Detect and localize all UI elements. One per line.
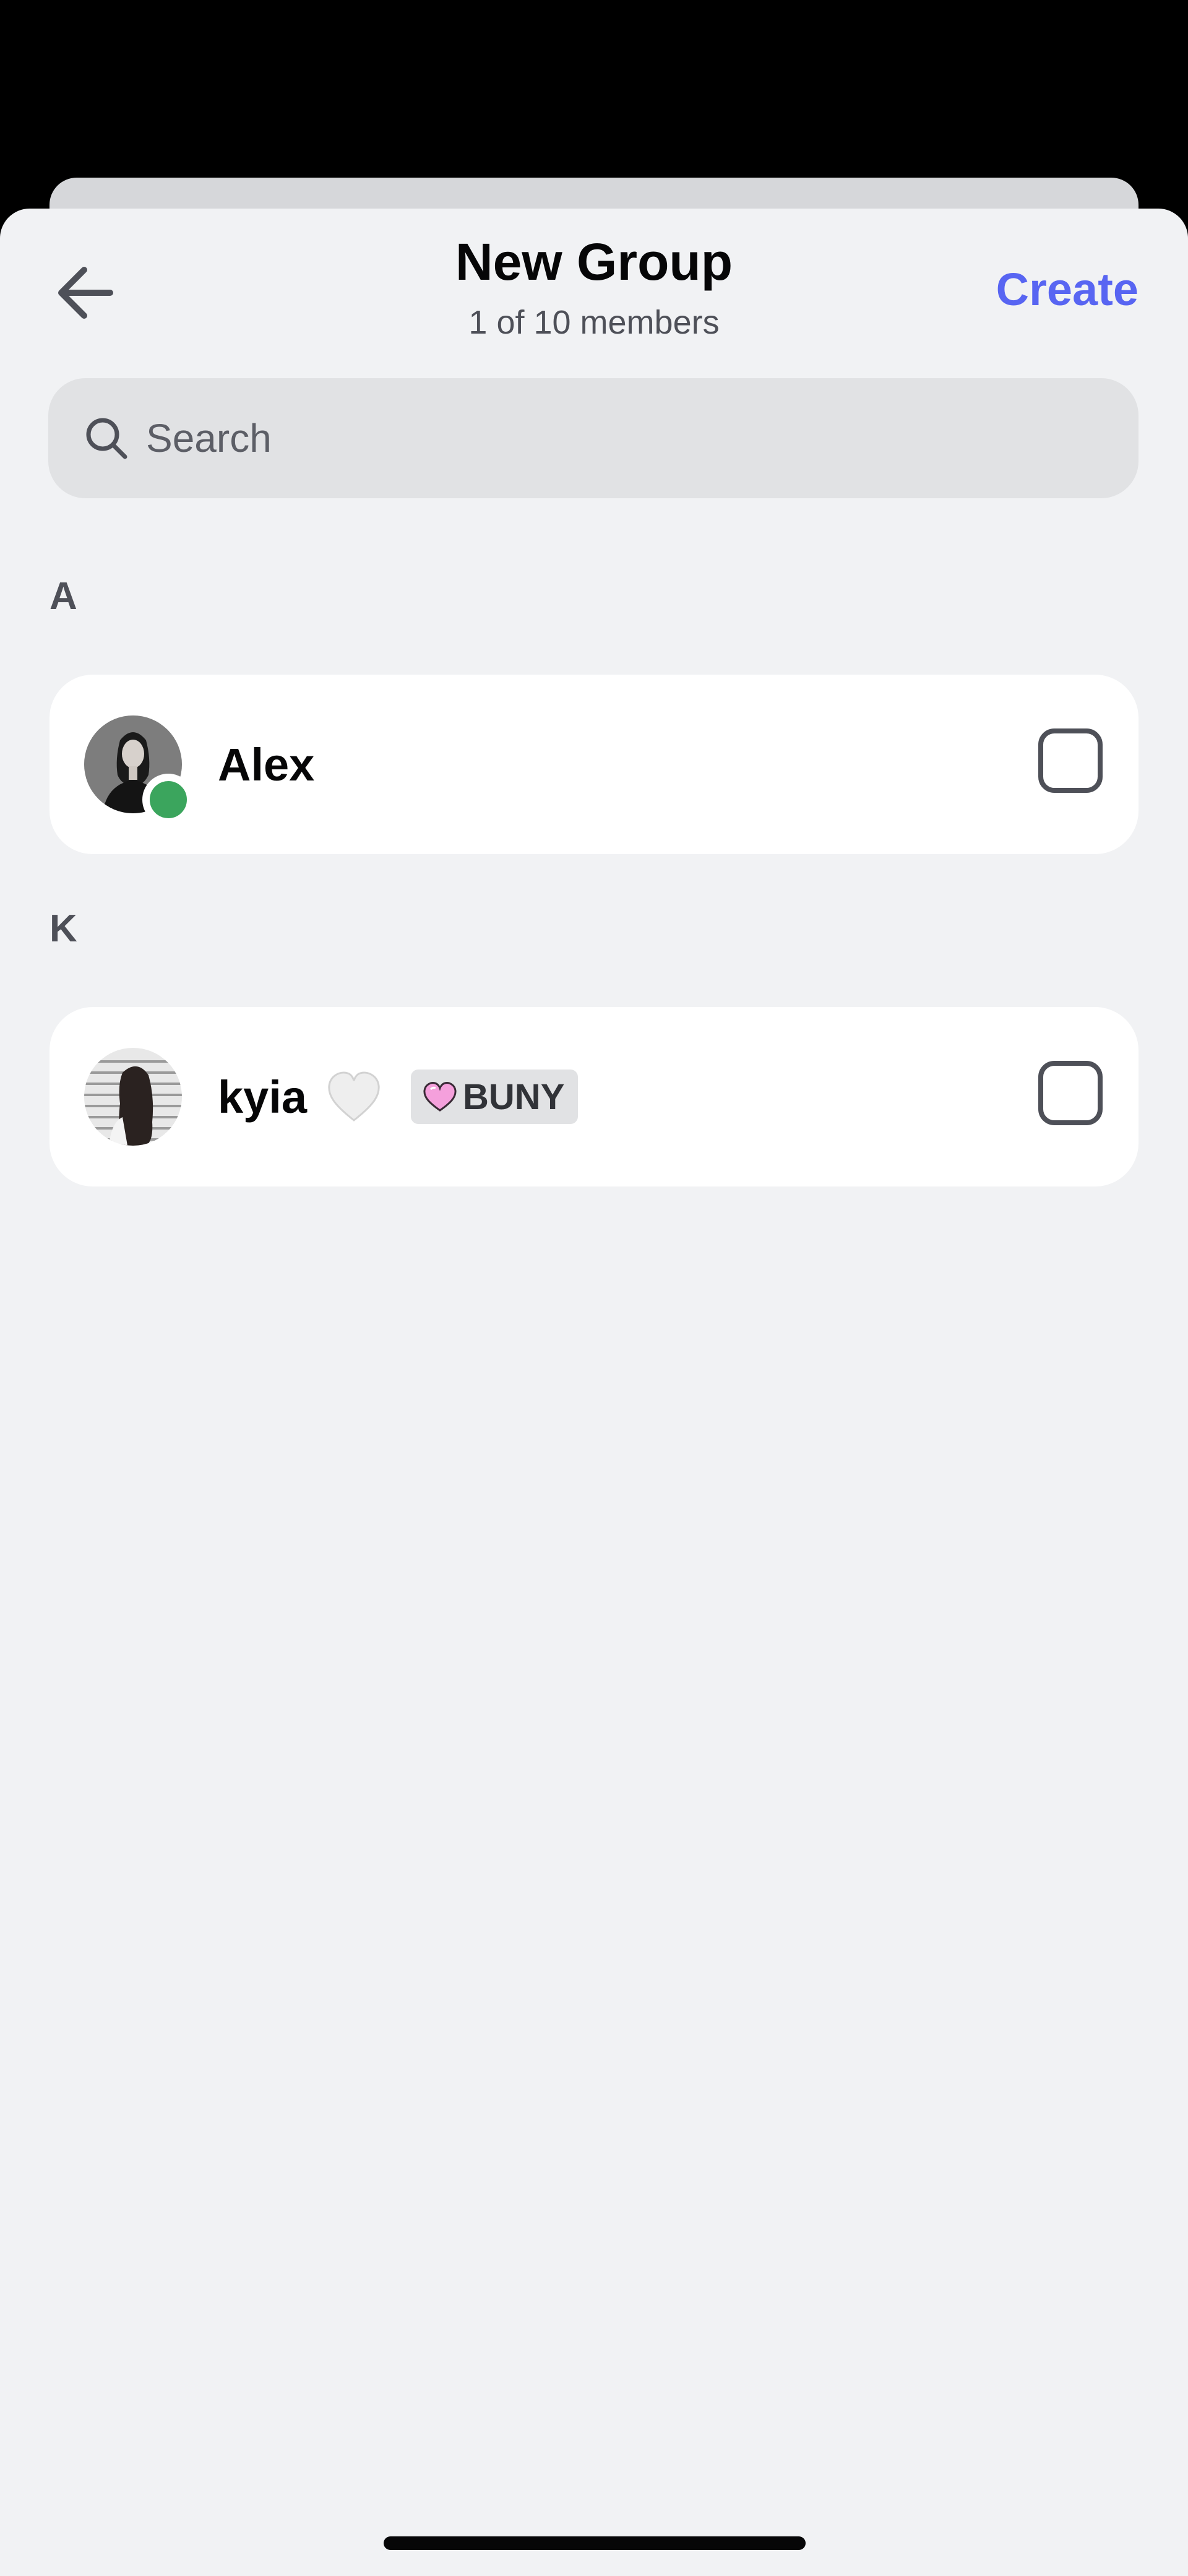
friend-name: Alex	[218, 738, 315, 790]
avatar	[84, 715, 194, 826]
white-heart-icon	[324, 1067, 384, 1126]
member-count: 1 of 10 members	[468, 304, 720, 341]
friend-row-kyia[interactable]: kyia BUNY	[50, 1007, 1138, 1186]
arrow-left-icon	[56, 265, 115, 324]
home-indicator[interactable]	[384, 2536, 806, 2550]
select-checkbox-alex[interactable]	[1038, 728, 1103, 793]
friend-row-alex[interactable]: Alex	[50, 675, 1138, 854]
create-button[interactable]: Create	[996, 263, 1138, 316]
server-tag-label: BUNY	[463, 1076, 565, 1117]
new-group-sheet	[0, 209, 1188, 2576]
search-bar[interactable]	[48, 378, 1138, 498]
section-header-a: A	[50, 575, 77, 618]
friend-name: kyia	[218, 1071, 308, 1123]
search-input[interactable]	[145, 415, 1075, 462]
page-title: New Group	[455, 233, 733, 291]
pink-heart-icon	[422, 1081, 458, 1113]
server-tag-badge: BUNY	[411, 1070, 579, 1124]
online-status-indicator	[142, 774, 194, 826]
back-button[interactable]	[48, 260, 123, 328]
select-checkbox-kyia[interactable]	[1038, 1061, 1103, 1125]
section-header-k: K	[50, 907, 77, 950]
search-icon	[84, 416, 129, 460]
avatar	[84, 1048, 182, 1146]
